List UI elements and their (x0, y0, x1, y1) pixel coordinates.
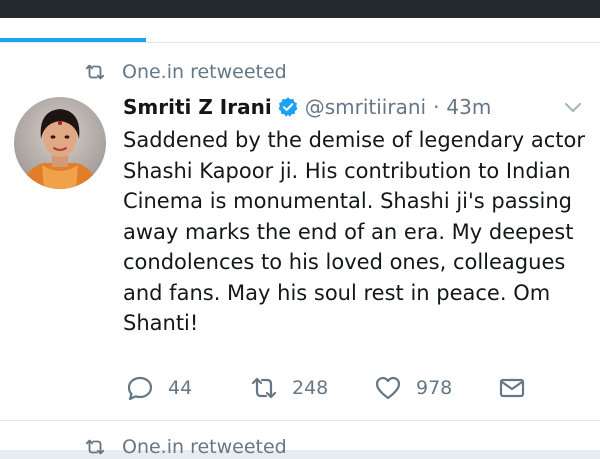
retweet-button[interactable]: 248 (250, 374, 374, 402)
status-bar (0, 0, 600, 18)
tweet-actions: 44 248 978 (126, 373, 540, 403)
reply-button[interactable]: 44 (126, 374, 250, 402)
separator-dot: · (433, 95, 440, 119)
tab-strip[interactable] (0, 18, 600, 43)
avatar-portrait (22, 109, 98, 189)
retweet-context[interactable]: One.in retweeted (84, 435, 287, 459)
retweet-context-label: One.in retweeted (122, 436, 287, 458)
tweet-card[interactable]: One.in retweeted Smriti Z Irani @smritii… (0, 43, 600, 421)
chevron-down-icon[interactable] (563, 101, 583, 115)
tweet-header: Smriti Z Irani @smritiirani · 43m (123, 93, 491, 121)
direct-message-button[interactable] (498, 374, 540, 402)
retweet-icon (85, 439, 105, 455)
next-tweet-card[interactable]: One.in retweeted (0, 421, 600, 458)
retweet-icon (251, 377, 277, 399)
timestamp[interactable]: 43m (446, 95, 491, 119)
heart-icon (375, 376, 401, 400)
envelope-icon (499, 378, 525, 398)
verified-badge-icon (278, 97, 298, 117)
retweet-context-label: One.in retweeted (122, 61, 287, 83)
avatar[interactable] (14, 97, 106, 189)
reply-icon (127, 376, 153, 401)
like-count: 978 (416, 377, 453, 399)
active-tab-indicator (0, 38, 146, 42)
user-handle[interactable]: @smritiirani (305, 95, 426, 119)
retweet-icon (85, 64, 105, 80)
retweet-context[interactable]: One.in retweeted (84, 60, 287, 84)
tweet-text: Saddened by the demise of legendary acto… (123, 128, 585, 335)
like-button[interactable]: 978 (374, 374, 498, 402)
retweet-count: 248 (292, 377, 329, 399)
reply-count: 44 (168, 377, 193, 399)
display-name[interactable]: Smriti Z Irani (123, 95, 272, 119)
